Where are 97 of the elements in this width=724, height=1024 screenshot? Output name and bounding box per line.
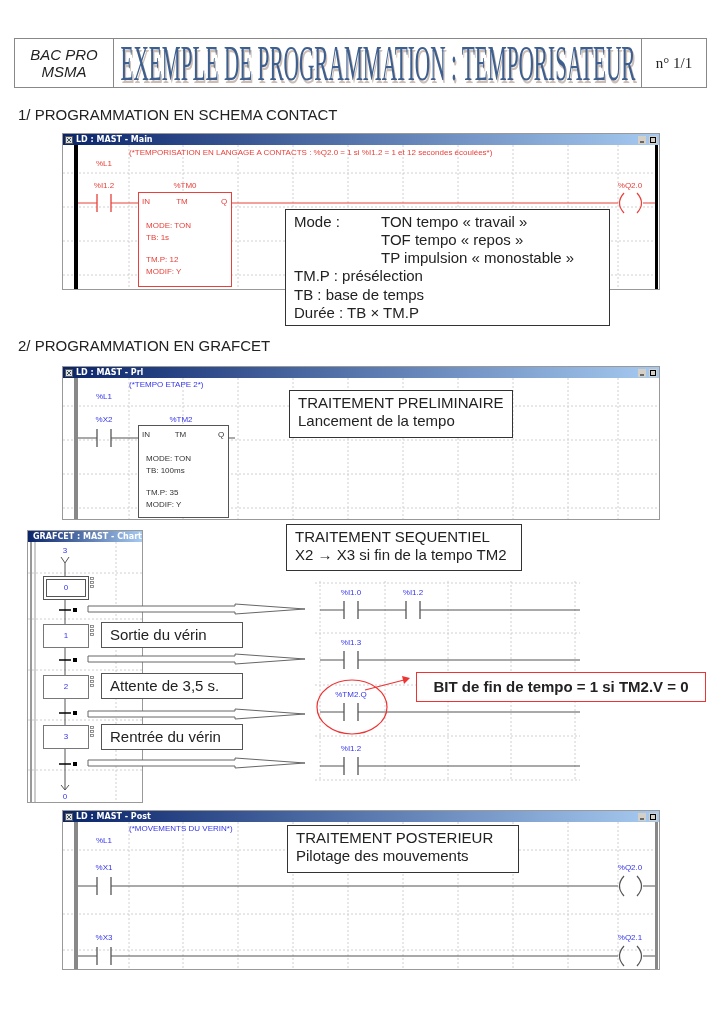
window-title: LD : MAST - Prl bbox=[76, 367, 144, 378]
rung-label: %L1 bbox=[96, 836, 112, 845]
rung-comment: (*TEMPO ETAPE 2*) bbox=[129, 380, 204, 389]
maximize-icon[interactable] bbox=[649, 812, 657, 821]
step-box: 3 bbox=[43, 725, 89, 749]
contact-label: %I1.0 bbox=[340, 588, 362, 597]
timer-output-label: Q bbox=[221, 197, 228, 206]
timer-name: %TM2 bbox=[169, 415, 193, 424]
note-title: TRAITEMENT SEQUENTIEL bbox=[295, 528, 491, 546]
step-marker-icon bbox=[90, 577, 94, 588]
action-label: Attente de 3,5 s. bbox=[101, 673, 243, 699]
contact-symbol bbox=[343, 650, 359, 670]
contact-label: %X2 bbox=[95, 415, 113, 424]
header-label: BAC PRO bbox=[30, 46, 98, 63]
app-icon bbox=[65, 135, 73, 144]
step-box: 0 bbox=[43, 576, 89, 600]
transition-mark bbox=[58, 762, 77, 766]
timer-setting: MODIF: Y bbox=[146, 267, 182, 276]
exit-label: 0 bbox=[62, 792, 68, 801]
contact-symbol bbox=[96, 876, 112, 896]
contact-label: %I1.3 bbox=[340, 638, 362, 647]
note-text: TB : base de temps bbox=[294, 285, 426, 304]
contact-label: %X1 bbox=[95, 863, 113, 872]
step-box: 1 bbox=[43, 624, 89, 648]
coil-symbol bbox=[618, 192, 643, 214]
note-text: TP impulsion « monostable » bbox=[381, 249, 576, 268]
note-text: X2 → X3 si fin de la tempo TM2 bbox=[295, 546, 508, 564]
window-title: LD : MAST - Main bbox=[76, 134, 153, 145]
coil-label: %Q2.0 bbox=[617, 863, 643, 872]
contact-label: %I1.2 bbox=[402, 588, 424, 597]
note-text: Mode : bbox=[294, 213, 341, 232]
note-title: TRAITEMENT PRELIMINAIRE bbox=[298, 394, 504, 412]
page-number: n° 1/1 bbox=[655, 53, 693, 73]
callout-text: BIT de fin de tempo = 1 si TM2.V = 0 bbox=[416, 672, 706, 702]
timer-setting: MODIF: Y bbox=[146, 500, 182, 509]
app-icon bbox=[65, 812, 73, 821]
minimize-icon[interactable] bbox=[638, 368, 646, 377]
timer-setting: TB: 100ms bbox=[146, 466, 185, 475]
timer-output-label: Q bbox=[218, 430, 225, 439]
contact-label: %X3 bbox=[95, 933, 113, 942]
transition-mark bbox=[58, 711, 77, 715]
contact-symbol bbox=[96, 946, 112, 966]
note-title: TRAITEMENT POSTERIEUR bbox=[296, 829, 495, 847]
minimize-icon[interactable] bbox=[638, 812, 646, 821]
timer-setting: TM.P: 35 bbox=[146, 488, 179, 497]
section-heading: 1/ PROGRAMMATION EN SCHEMA CONTACT bbox=[18, 106, 339, 123]
window-title: GRAFCET : MAST - Chart bbox=[33, 531, 142, 542]
minimize-icon[interactable] bbox=[638, 135, 646, 144]
transition-mark bbox=[58, 608, 77, 612]
step-marker-icon bbox=[90, 726, 94, 737]
rung-comment: (*TEMPORISATION EN LANGAGE A CONTACTS : %Q2.0 = 1 si %I1.2 = 1 et 12 secondes écoulées*) bbox=[129, 148, 493, 157]
coil-symbol bbox=[618, 875, 643, 897]
header-label: MSMA bbox=[41, 63, 87, 80]
contact-label: %TM2.Q bbox=[335, 690, 367, 699]
contact-symbol bbox=[96, 193, 112, 213]
timer-name: %TM0 bbox=[173, 181, 197, 190]
rung-label: %L1 bbox=[96, 392, 112, 401]
coil-label: %Q2.0 bbox=[617, 181, 643, 190]
timer-input-label: IN bbox=[142, 197, 150, 206]
transition-mark bbox=[58, 658, 77, 662]
step-marker-icon bbox=[90, 676, 94, 687]
timer-input-label: IN bbox=[142, 430, 150, 439]
window-title: LD : MAST - Post bbox=[76, 811, 151, 822]
timer-setting: TB: 1s bbox=[146, 233, 170, 242]
contact-label: %I1.2 bbox=[340, 744, 362, 753]
contact-symbol bbox=[405, 600, 421, 620]
action-label: Rentrée du vérin bbox=[101, 724, 243, 750]
contact-symbol bbox=[343, 600, 359, 620]
note-text: TON tempo « travail » bbox=[381, 213, 529, 232]
timer-type-label: TM bbox=[176, 197, 188, 206]
entry-label: 3 bbox=[62, 546, 68, 555]
coil-label: %Q2.1 bbox=[617, 933, 643, 942]
contact-symbol bbox=[343, 756, 359, 776]
note-text: Durée : TB × TM.P bbox=[294, 303, 420, 322]
rung-label: %L1 bbox=[96, 159, 112, 168]
note-text: Lancement de la tempo bbox=[298, 412, 456, 430]
timer-setting: MODE: TON bbox=[146, 221, 192, 230]
contact-symbol bbox=[96, 428, 112, 448]
timer-setting: TM.P: 12 bbox=[146, 255, 179, 264]
app-icon bbox=[65, 368, 73, 377]
coil-symbol bbox=[618, 945, 643, 967]
document-title: EXEMPLE DE PROGRAMMATION : TEMPORISATEUR bbox=[119, 40, 636, 86]
timer-setting: MODE: TON bbox=[146, 454, 192, 463]
contact-label: %I1.2 bbox=[93, 181, 115, 190]
maximize-icon[interactable] bbox=[649, 368, 657, 377]
section-heading: 2/ PROGRAMMATION EN GRAFCET bbox=[18, 337, 272, 354]
maximize-icon[interactable] bbox=[649, 135, 657, 144]
note-text: TOF tempo « repos » bbox=[381, 231, 525, 250]
note-text: Pilotage des mouvements bbox=[296, 847, 470, 865]
step-marker-icon bbox=[90, 625, 94, 636]
timer-type-label: TM bbox=[174, 430, 187, 439]
rung-comment: (*MOVEMENTS DU VERIN*) bbox=[129, 824, 233, 833]
contact-symbol bbox=[343, 702, 359, 722]
action-label: Sortie du vérin bbox=[101, 622, 243, 648]
callout-arrow bbox=[364, 676, 410, 691]
note-text: TM.P : présélection bbox=[294, 267, 424, 286]
step-box: 2 bbox=[43, 675, 89, 699]
